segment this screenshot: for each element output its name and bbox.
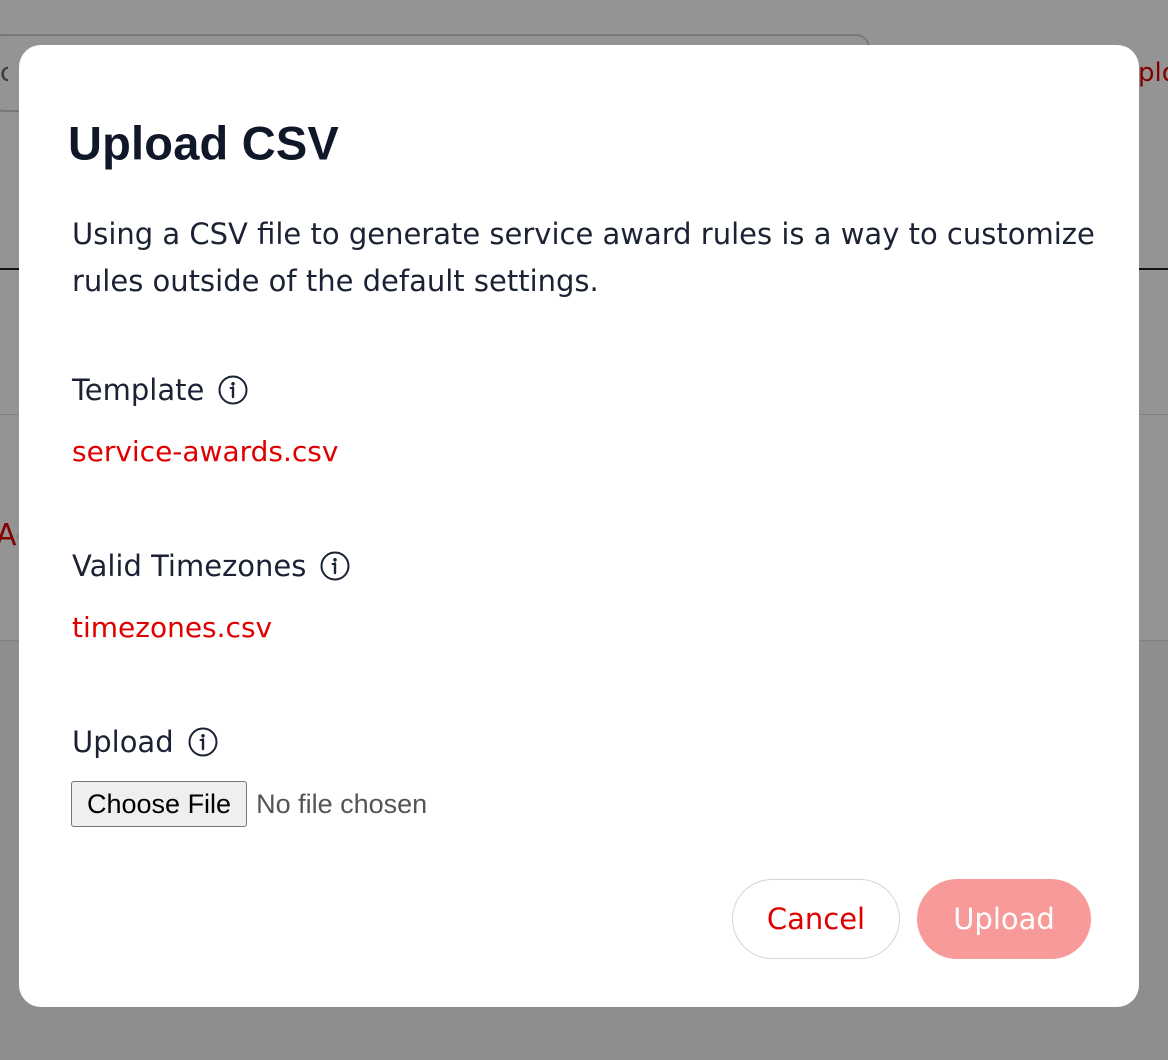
template-label-row: Template [72,370,248,410]
template-label: Template [72,373,205,407]
timezones-label-row: Valid Timezones [72,546,350,586]
info-icon[interactable] [188,727,218,757]
cancel-button[interactable]: Cancel [732,879,900,959]
file-input[interactable]: Choose File No file chosen [71,781,427,827]
upload-label-row: Upload [72,722,218,762]
choose-file-button[interactable]: Choose File [71,781,248,827]
modal-title: Upload CSV [68,116,339,170]
timezones-download-link[interactable]: timezones.csv [72,611,272,644]
modal-description: Using a CSV file to generate service awa… [72,217,1095,298]
file-status-text: No file chosen [256,788,428,819]
upload-label: Upload [72,725,174,759]
upload-csv-modal: Upload CSV Using a CSV file to generate … [19,45,1139,1007]
info-icon[interactable] [218,375,248,405]
template-download-link[interactable]: service-awards.csv [72,435,338,468]
timezones-label: Valid Timezones [72,549,307,583]
upload-button[interactable]: Upload [917,879,1091,959]
info-icon[interactable] [320,551,350,581]
